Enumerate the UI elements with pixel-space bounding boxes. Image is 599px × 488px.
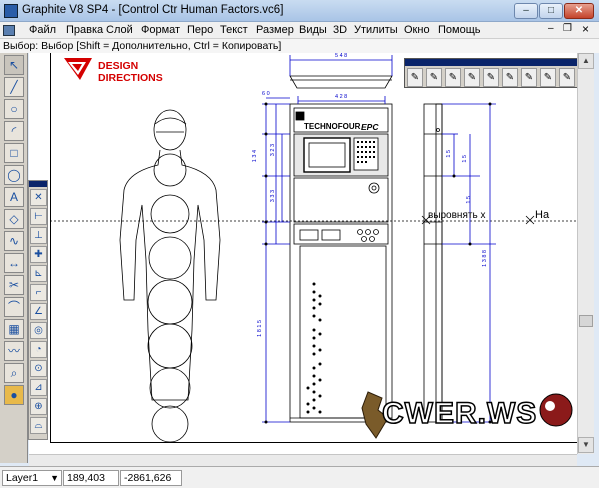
floating-toolbar: ✎ ✎ ✎ ✎ ✎ ✎ ✎ ✎ ✎ [404,58,578,88]
pen-blue-icon[interactable]: ✎ [464,68,480,87]
design-directions-logo-icon [64,58,92,80]
dim-4: 1 8 1 5 [257,320,263,337]
pen-dark-icon[interactable]: ✎ [483,68,499,87]
dimension-lines [262,55,496,423]
led-indicators [306,282,322,414]
dim-5: 1 5 [446,150,452,158]
brand-label: TECHNOFOUR [304,122,361,131]
model-label: EPC [361,122,379,132]
dim-top-width: 5 4 8 [335,53,348,59]
dim-left-offset: 6 0 [262,91,270,97]
x-coordinate: 189,403 [63,470,119,486]
dim-6: 1 5 [462,155,468,163]
scroll-down-icon[interactable]: ▼ [578,437,594,453]
logo-text: DESIGN DIRECTIONS [98,60,163,84]
dim-3: 3 3 3 [270,190,276,203]
human-figure [119,109,221,443]
chevron-down-icon[interactable]: ▼ [50,471,59,485]
pen-dash-icon[interactable]: ✎ [540,68,556,87]
toolbar-grip[interactable] [405,59,577,66]
pen-green-icon[interactable]: ✎ [502,68,518,87]
dim-7: 1 5 [466,196,472,204]
pen-red-icon[interactable]: ✎ [521,68,537,87]
pen-black-icon[interactable]: ✎ [407,68,423,87]
scroll-thumb[interactable] [579,315,593,327]
layer-value: Layer1 [6,472,39,484]
horizontal-scrollbar[interactable] [29,454,577,466]
scroll-up-icon[interactable]: ▲ [578,53,594,69]
console-side-view [423,103,443,423]
dim-2: 3 2 3 [270,144,276,157]
y-coordinate: -2861,626 [120,470,182,486]
dim-8: 1 3 8 8 [482,250,488,267]
dim-body-width: 4 2 8 [335,94,348,100]
status-bar: Layer1 ▼ 189,403 -2861,626 [0,466,599,488]
layer-select[interactable]: Layer1 ▼ [2,470,62,486]
snap-label: выровнять x [428,210,486,221]
pen-thin-icon[interactable]: ✎ [445,68,461,87]
pen-gray-icon[interactable]: ✎ [426,68,442,87]
logo-line2: DIRECTIONS [98,72,163,84]
dim-1: 1 3 4 [252,150,258,163]
watermark-text: CWER.WS [381,396,538,431]
logo-line1: DESIGN [98,60,139,72]
snap-label-2: На [535,209,550,221]
pen-eraser-icon[interactable]: ✎ [559,68,575,87]
